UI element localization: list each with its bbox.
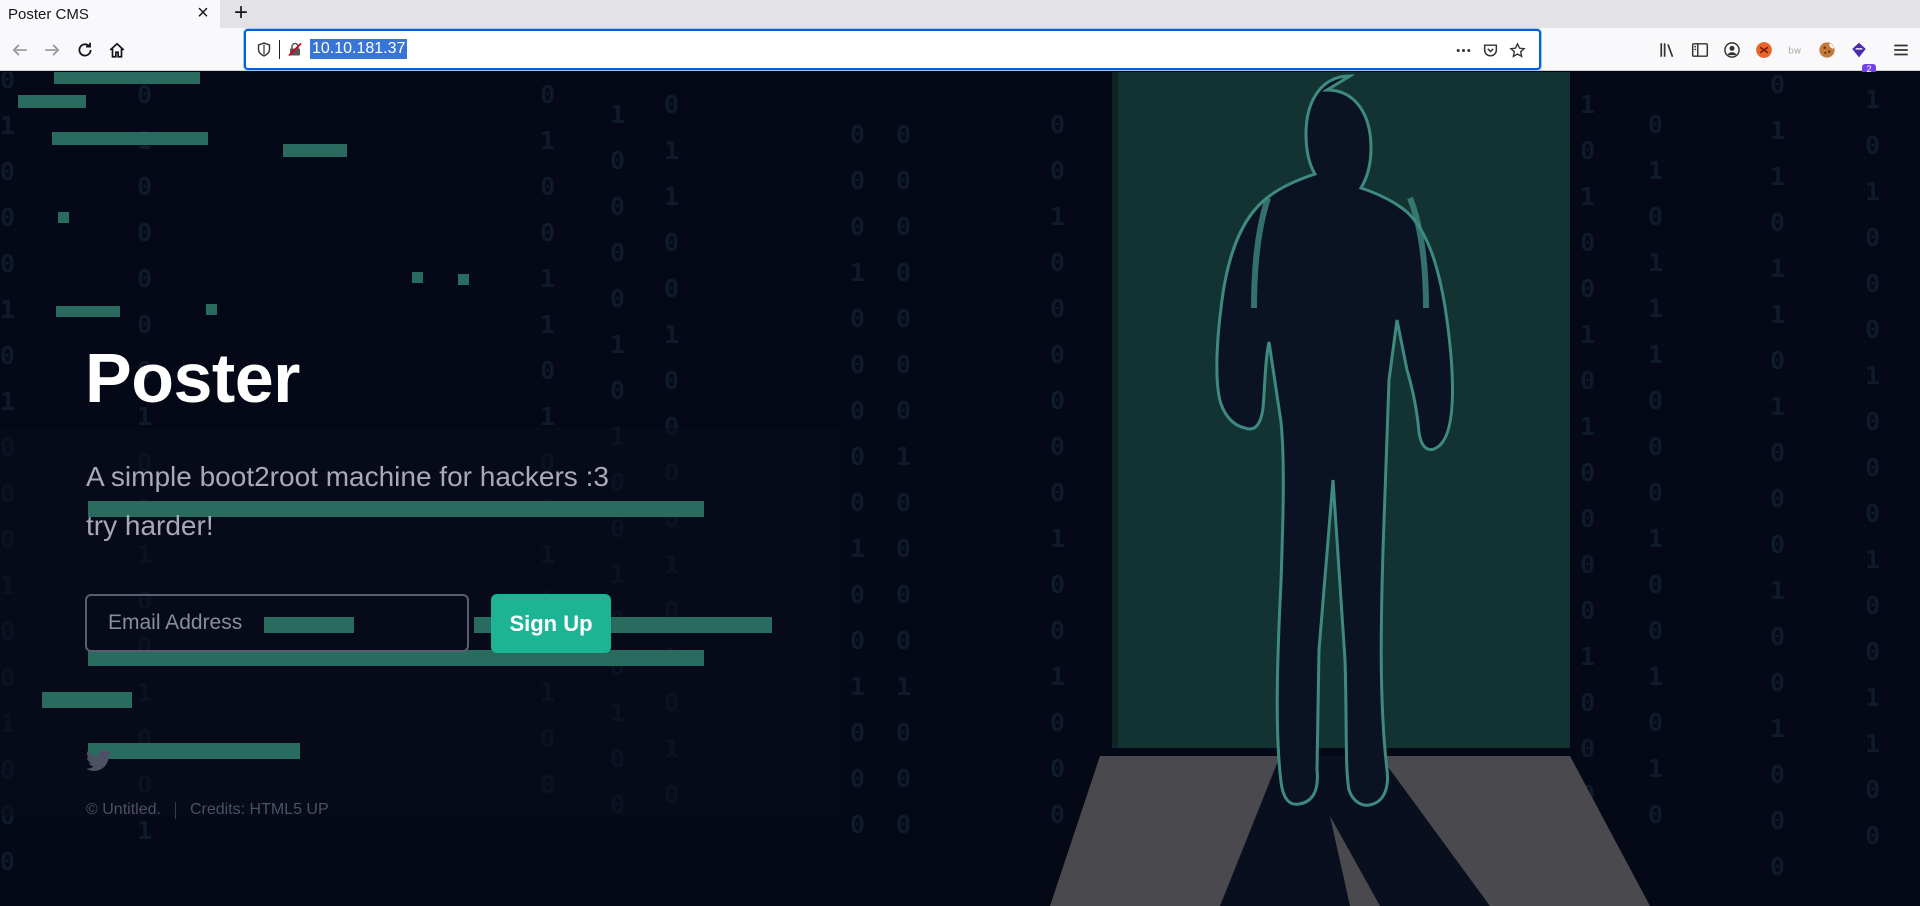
home-icon bbox=[109, 42, 125, 58]
binary-column: 0 1 1 0 1 1 0 1 0 0 0 1 0 0 1 0 0 0 bbox=[1770, 72, 1786, 881]
tab-title: Poster CMS bbox=[8, 5, 89, 23]
sidebar-icon[interactable] bbox=[1690, 40, 1710, 60]
glitch-bar bbox=[88, 650, 704, 666]
url-text[interactable]: 10.10.181.37 bbox=[310, 39, 408, 59]
cookie-icon[interactable] bbox=[1817, 40, 1837, 60]
extension-bw-icon[interactable]: bw bbox=[1786, 40, 1806, 60]
binary-column: 1 0 1 0 0 0 1 0 0 0 1 0 0 1 1 0 0 bbox=[1865, 85, 1881, 850]
page-title: Poster bbox=[85, 339, 300, 417]
glitch-bar bbox=[283, 144, 347, 157]
sign-up-button[interactable]: Sign Up bbox=[491, 594, 611, 653]
glitch-square bbox=[412, 272, 423, 283]
page-actions-icon[interactable] bbox=[1453, 40, 1473, 60]
binary-column: 0 0 0 1 0 0 0 0 0 1 0 0 1 0 0 0 bbox=[850, 120, 866, 839]
library-icon[interactable] bbox=[1658, 40, 1678, 60]
back-arrow-icon bbox=[12, 44, 27, 56]
footer: © Untitled. Credits: HTML5 UP bbox=[86, 801, 329, 819]
footer-credits-link[interactable]: Credits: HTML5 UP bbox=[190, 801, 329, 819]
subtitle-line-2: try harder! bbox=[86, 510, 214, 541]
new-tab-button[interactable]: + bbox=[228, 1, 254, 27]
binary-column: 1 0 1 0 0 1 0 1 0 0 0 0 1 0 0 0 0 bbox=[1580, 90, 1596, 855]
navigation-toolbar: 10.10.181.37 bw 2 bbox=[0, 28, 1920, 75]
binary-column: 0 1 0 1 1 1 0 0 0 1 0 0 1 0 1 0 bbox=[1648, 110, 1664, 829]
extension-orange-icon[interactable] bbox=[1754, 40, 1774, 60]
glitch-bar bbox=[52, 132, 208, 145]
address-bar[interactable]: 10.10.181.37 bbox=[244, 29, 1541, 70]
menu-icon[interactable] bbox=[1891, 40, 1911, 60]
glitch-square bbox=[458, 274, 469, 285]
glitch-bar bbox=[264, 617, 354, 633]
tab-close-icon[interactable]: × bbox=[192, 3, 214, 25]
pocket-icon[interactable] bbox=[1480, 40, 1500, 60]
binary-column: 0 0 1 0 0 0 0 0 0 1 0 0 1 0 0 0 bbox=[1050, 110, 1066, 829]
tab-poster-cms[interactable]: Poster CMS × bbox=[0, 0, 220, 28]
home-button[interactable] bbox=[103, 36, 131, 64]
glitch-bar bbox=[56, 306, 120, 317]
glitch-bar bbox=[42, 692, 132, 708]
forward-button[interactable] bbox=[38, 36, 66, 64]
address-bar-divider bbox=[279, 40, 280, 59]
glitch-bar bbox=[18, 95, 86, 108]
reload-button[interactable] bbox=[71, 36, 99, 64]
bookmark-star-icon[interactable] bbox=[1507, 40, 1527, 60]
tracking-shield-icon[interactable] bbox=[256, 41, 272, 58]
footer-divider bbox=[174, 801, 176, 819]
glitch-square bbox=[206, 304, 217, 315]
extension-purple-icon[interactable] bbox=[1849, 40, 1869, 60]
svg-text:bw: bw bbox=[1788, 46, 1801, 56]
glitch-bar bbox=[88, 743, 300, 759]
footer-copyright: © Untitled. bbox=[86, 801, 161, 818]
forward-arrow-icon bbox=[45, 44, 60, 56]
glitch-square bbox=[58, 212, 69, 223]
tab-bar: Poster CMS × + bbox=[0, 0, 1920, 28]
page-viewport: 0 1 0 0 0 1 0 1 0 0 0 1 0 0 1 0 0 0 0 1 … bbox=[0, 72, 1920, 906]
binary-column: 0 0 0 0 0 0 0 1 0 0 0 0 1 0 0 0 bbox=[896, 120, 912, 839]
glitch-bar bbox=[54, 72, 200, 84]
doorway-frame bbox=[1112, 72, 1118, 748]
hacker-silhouette-illustration bbox=[1215, 74, 1454, 807]
insecure-lock-icon[interactable] bbox=[287, 41, 303, 58]
reload-icon bbox=[78, 42, 92, 57]
subtitle-line-1: A simple boot2root machine for hackers :… bbox=[86, 461, 609, 492]
twitter-icon[interactable] bbox=[86, 750, 112, 772]
back-button[interactable] bbox=[6, 36, 34, 64]
account-icon[interactable] bbox=[1722, 40, 1742, 60]
